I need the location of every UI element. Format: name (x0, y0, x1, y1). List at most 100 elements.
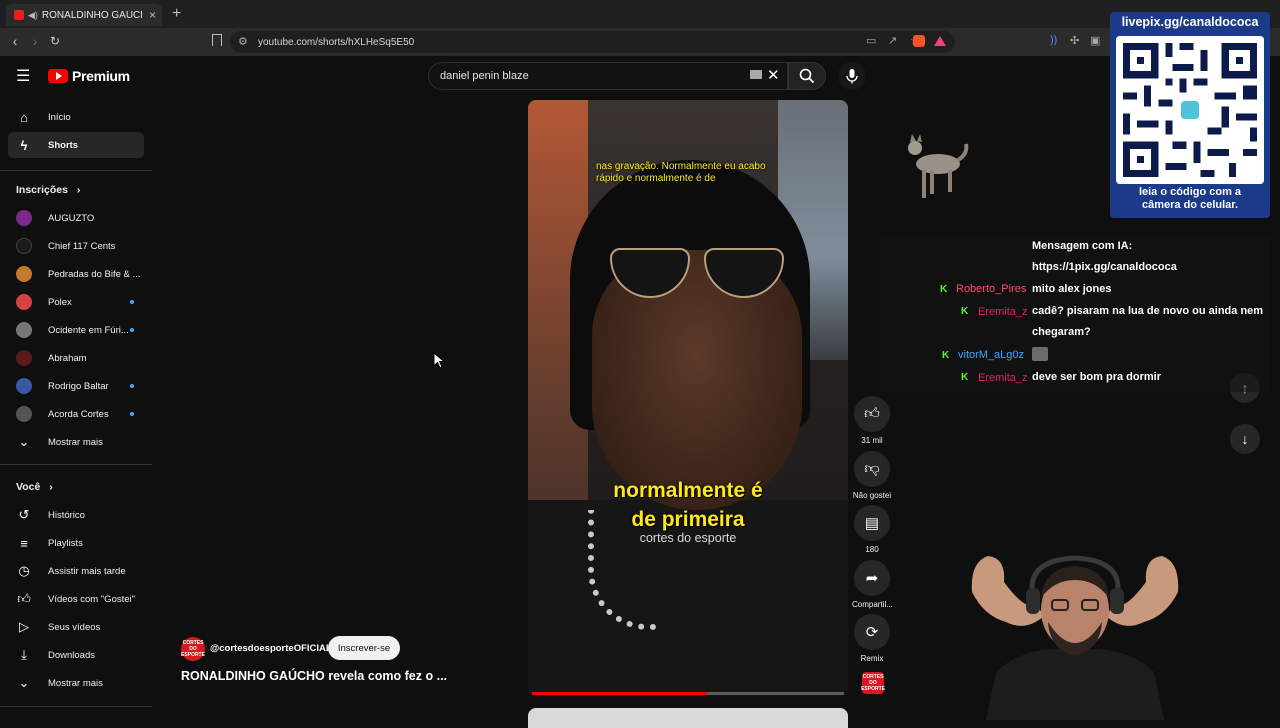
qr-instructions: leia o código com a câmera do celular. (1110, 186, 1270, 212)
chat-emote-icon (1032, 347, 1048, 361)
forward-icon[interactable]: › (26, 33, 44, 49)
sidebar-item-label: Shorts (48, 139, 79, 151)
video-caption-big: normalmente é de primeira (528, 476, 848, 534)
sidebar-item-playlists[interactable]: ≡ Playlists (8, 530, 144, 556)
reload-icon[interactable]: ↻ (46, 34, 64, 48)
sidebar-item-subscription[interactable]: Abraham (8, 345, 144, 371)
speaker-icon[interactable]: ◀) (28, 10, 38, 21)
sidebar-item-history[interactable]: ↺ Histórico (8, 502, 144, 528)
chat-platform-badge-icon: K (961, 372, 969, 383)
clear-search-icon[interactable]: ✕ (767, 66, 780, 84)
avatar (16, 378, 32, 394)
subscriptions-title: Inscrições (16, 184, 68, 196)
sidebar-item-liked-videos[interactable]: 👍︎ Vídeos com "Gostei" (8, 586, 144, 612)
voice-search-button[interactable] (838, 62, 866, 90)
bookmark-icon[interactable] (212, 34, 222, 46)
channel-badge-text: CORTES DO ESPORTE (861, 674, 885, 692)
next-short-preview[interactable] (528, 708, 848, 728)
keyboard-icon[interactable] (750, 70, 762, 79)
share-page-icon[interactable]: ↗ (888, 34, 897, 47)
back-icon[interactable]: ‹ (6, 33, 24, 49)
search-input[interactable]: daniel penin blaze (428, 62, 788, 90)
avatar (16, 294, 32, 310)
video-subtitle-top: nas gravação. Normalmente eu acabo rápid… (596, 161, 766, 184)
subscription-name: AUGUZTO (48, 212, 95, 224)
dislike-button[interactable]: 👎︎ Não gostei (852, 451, 892, 500)
sidebar-divider (0, 170, 152, 171)
extensions-icon[interactable]: ✣ (1070, 34, 1079, 47)
video-title[interactable]: RONALDINHO GAÚCHO revela como fez o ... (181, 669, 447, 683)
qr-code-icon (1116, 36, 1264, 184)
video-progress-bar[interactable] (532, 692, 844, 695)
microphone-icon (846, 69, 858, 84)
sidebar-divider (0, 464, 152, 465)
subscription-name: Chief 117 Cents (48, 240, 116, 252)
sidebar-item-your-videos[interactable]: ▷ Seus vídeos (8, 614, 144, 640)
video-watermark: cortes do esporte (639, 531, 737, 545)
sidebar-item-downloads[interactable]: ⤓ Downloads (8, 642, 144, 668)
sidebar-item-subscription[interactable]: Pedradas do Bife & ... (8, 261, 144, 287)
like-button[interactable]: 👍︎ 31 mil (852, 396, 892, 445)
sidebar-item-shorts[interactable]: ϟ Shorts (8, 132, 144, 158)
browser-tab-bar (0, 0, 1280, 28)
hamburger-menu-icon[interactable]: ☰ (16, 66, 30, 86)
sidebar-item-subscription[interactable]: Acorda Cortes (8, 401, 144, 427)
remix-icon: ⟳ (854, 614, 890, 650)
subscription-name: Acorda Cortes (48, 408, 109, 420)
new-tab-button[interactable]: + (172, 5, 181, 23)
comments-button[interactable]: ▤ 180 (852, 505, 892, 554)
comment-icon: ▤ (854, 505, 890, 541)
sidebar-item-subscription[interactable]: Ocidente em Fúri... (8, 317, 144, 343)
remix-button[interactable]: ⟳ Remix (852, 614, 892, 663)
you-heading[interactable]: Você › (16, 481, 53, 493)
search-button[interactable] (788, 62, 826, 90)
sidebar-item-label: Playlists (48, 537, 83, 549)
sidebar-item-subscription[interactable]: AUGUZTO (8, 205, 144, 231)
search-icon (799, 68, 815, 84)
address-bar[interactable]: ⚙ youtube.com/shorts/hXLHeSq5E50 (230, 31, 955, 53)
sidebar-item-subscription[interactable]: Polex (8, 289, 144, 315)
show-more-label: Mostrar mais (48, 677, 103, 689)
address-text: youtube.com/shorts/hXLHeSq5E50 (258, 36, 415, 48)
chat-username: vitorM_aLg0z (958, 349, 1025, 361)
channel-name[interactable]: @cortesdoesporteOFICIAL (210, 643, 332, 654)
qr-note-line-2: câmera do celular. (1142, 199, 1238, 211)
mouse-cursor-icon (433, 352, 445, 369)
shorts-icon: ϟ (20, 137, 28, 153)
sidebar-item-home[interactable]: ⌂ Início (8, 104, 144, 130)
subscriptions-heading[interactable]: Inscrições › (16, 184, 80, 196)
thumbs-down-icon: 👎︎ (854, 451, 890, 487)
avatar (16, 266, 32, 282)
chevron-right-icon: › (49, 481, 53, 493)
channel-thumbnail[interactable]: CORTES DO ESPORTE (861, 672, 885, 694)
rewards-icon[interactable] (934, 36, 946, 46)
sidebar-item-subscription[interactable]: Chief 117 Cents (8, 233, 144, 259)
sidebar-item-subscription[interactable]: Rodrigo Baltar (8, 373, 144, 399)
youtube-logo[interactable]: Premium (48, 68, 130, 84)
channel-avatar[interactable]: CORTES DO ESPORTE (181, 637, 205, 661)
sidebar-item-watch-later[interactable]: ◷ Assistir mais tarde (8, 558, 144, 584)
audio-icon[interactable]: )) (1050, 34, 1057, 46)
chat-ai-message-line-2: https://1pix.gg/canaldococa (1032, 261, 1177, 273)
history-icon: ↺ (18, 507, 30, 522)
subscription-name: Rodrigo Baltar (48, 380, 109, 392)
like-icon: 👍︎ (17, 591, 31, 606)
chat-username: Eremita_z (978, 306, 1028, 318)
new-content-dot (130, 384, 134, 388)
browser-tab[interactable]: ◀) RONALDINHO GAÚCHO reve × (6, 4, 162, 26)
subscribe-button[interactable]: Inscrever-se (328, 636, 400, 660)
brave-shield-icon[interactable] (913, 35, 925, 47)
sidebar-toggle-icon[interactable]: ▣ (1090, 34, 1100, 47)
site-info-icon[interactable]: ⚙ (238, 35, 248, 48)
show-more-subscriptions[interactable]: ⌄ Mostrar mais (8, 429, 144, 455)
tab-title: RONALDINHO GAÚCHO reve (41, 9, 142, 21)
qr-url: livepix.gg/canaldococa (1121, 15, 1259, 29)
show-more-you[interactable]: ⌄ Mostrar mais (8, 670, 144, 696)
next-short-button[interactable]: ↓ (1230, 424, 1260, 454)
avatar (16, 210, 32, 226)
search-query: daniel penin blaze (440, 70, 529, 82)
short-video-player[interactable]: nas gravação. Normalmente eu acabo rápid… (528, 100, 848, 696)
cast-icon[interactable]: ▭ (866, 34, 876, 47)
close-tab-icon[interactable]: × (149, 8, 156, 22)
share-button[interactable]: ➦ Compartil... (852, 560, 893, 609)
